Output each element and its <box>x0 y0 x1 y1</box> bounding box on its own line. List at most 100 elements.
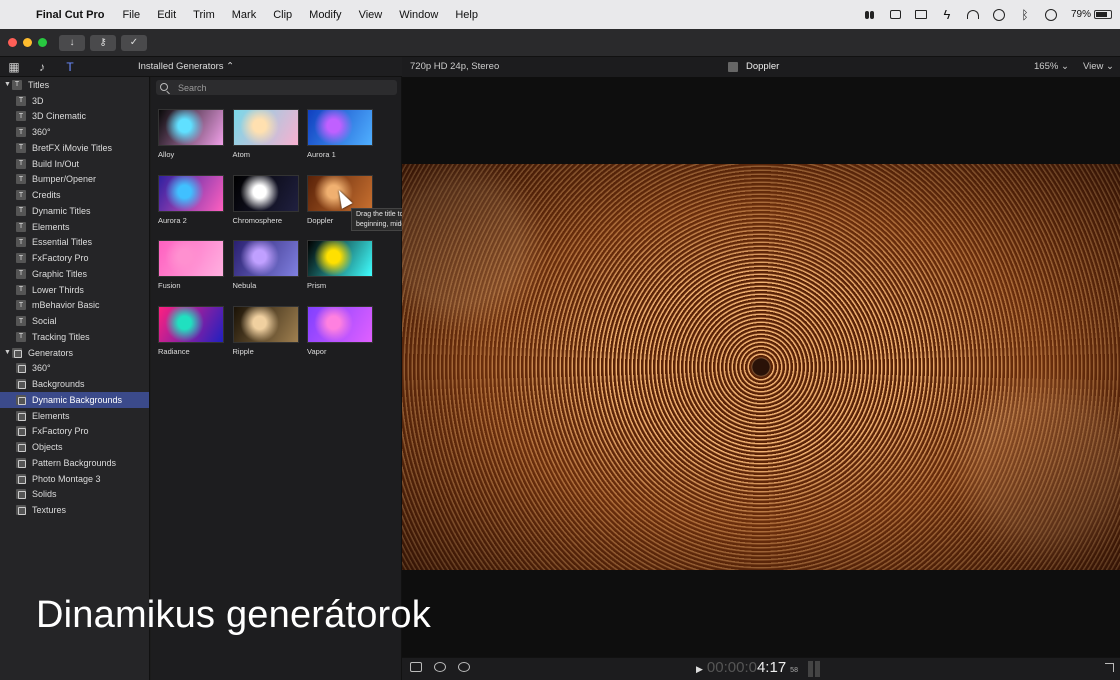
zoom-window-button[interactable] <box>38 38 47 47</box>
menu-app[interactable]: Final Cut Pro <box>36 9 104 21</box>
zoom-level: 165% <box>1034 61 1059 72</box>
speed-icon[interactable] <box>458 662 470 672</box>
installed-generators-menu[interactable]: Installed Generators ⌃ <box>138 61 234 72</box>
battery-icon <box>1094 10 1112 19</box>
menu-view[interactable]: View <box>359 9 383 21</box>
search-input[interactable] <box>156 80 397 95</box>
sidebar-item-label: Tracking Titles <box>32 331 90 342</box>
photos-audio-tab[interactable]: ♪ <box>28 57 56 77</box>
sidebar-item-label: Elements <box>32 410 70 421</box>
menu-trim[interactable]: Trim <box>193 9 215 21</box>
sidebar-item-3d-cinematic[interactable]: T 3D Cinematic <box>0 109 149 125</box>
binoculars-icon[interactable] <box>864 9 876 21</box>
transform-tool-icon[interactable] <box>434 662 446 672</box>
title-icon: T <box>16 142 26 153</box>
menu-modify[interactable]: Modify <box>309 9 341 21</box>
generator-alloy[interactable]: Alloy <box>158 109 224 159</box>
sidebar-item-3d[interactable]: T 3D <box>0 93 149 109</box>
libraries-tab[interactable]: ▦ <box>0 57 28 77</box>
sidebar-item-photo-montage-3[interactable]: Photo Montage 3 <box>0 471 149 487</box>
zoom-menu[interactable]: 165% ⌄ <box>1034 61 1069 72</box>
music-photo-icon: ♪ <box>39 59 45 74</box>
headphones-icon[interactable] <box>966 10 979 19</box>
generator-aurora-1[interactable]: Aurora 1 <box>307 109 373 159</box>
generator-atom[interactable]: Atom <box>232 109 299 159</box>
sidebar-group-titles[interactable]: ▼ T Titles <box>0 77 149 93</box>
display-icon[interactable] <box>914 10 927 19</box>
menu-window[interactable]: Window <box>399 9 438 21</box>
sidebar-item-bretfx-imovie-titles[interactable]: T BretFX iMovie Titles <box>0 140 149 156</box>
disclosure-triangle-icon[interactable]: ▼ <box>4 349 12 356</box>
generator-aurora-2[interactable]: Aurora 2 <box>158 174 224 225</box>
sidebar-item-pattern-backgrounds[interactable]: Pattern Backgrounds <box>0 455 149 471</box>
keywords-button[interactable]: ⚷ <box>90 34 116 51</box>
sidebar-item-objects[interactable]: Objects <box>0 439 149 455</box>
disclosure-triangle-icon[interactable]: ▼ <box>4 81 12 88</box>
sidebar-item-360-[interactable]: 360° <box>0 361 149 377</box>
menu-help[interactable]: Help <box>455 9 478 21</box>
sidebar-item-graphic-titles[interactable]: T Graphic Titles <box>0 266 149 282</box>
sidebar-item-social[interactable]: T Social <box>0 313 149 329</box>
fullscreen-icon[interactable] <box>1105 663 1114 672</box>
sidebar-item-fxfactory-pro[interactable]: FxFactory Pro <box>0 424 149 440</box>
import-button[interactable]: ↓ <box>59 34 85 51</box>
timecode-display[interactable]: ▶ 00:00:0 4:17 58 <box>696 659 798 676</box>
audio-meter[interactable] <box>808 661 822 677</box>
sidebar-item-essential-titles[interactable]: T Essential Titles <box>0 235 149 251</box>
sidebar-item-elements[interactable]: T Elements <box>0 219 149 235</box>
sidebar-item-dynamic-titles[interactable]: T Dynamic Titles <box>0 203 149 219</box>
menu-mark[interactable]: Mark <box>232 9 256 21</box>
sidebar-item-credits[interactable]: T Credits <box>0 187 149 203</box>
camera-icon[interactable] <box>410 662 422 672</box>
sidebar-item-tracking-titles[interactable]: T Tracking Titles <box>0 329 149 345</box>
menu-clip[interactable]: Clip <box>273 9 292 21</box>
generator-fusion[interactable]: Fusion <box>158 240 224 290</box>
windows-icon[interactable] <box>889 10 901 19</box>
sidebar-item-lower-thirds[interactable]: T Lower Thirds <box>0 282 149 298</box>
sidebar-group-generators[interactable]: ▼ Generators <box>0 345 149 361</box>
play-circle-icon[interactable] <box>992 8 1005 21</box>
sidebar-item-build-in-out[interactable]: T Build In/Out <box>0 156 149 172</box>
battery-status[interactable]: 79% <box>1071 9 1112 20</box>
generator-prism[interactable]: Prism <box>307 240 373 290</box>
generator-chromosphere[interactable]: Chromosphere <box>232 174 299 225</box>
viewer[interactable] <box>402 77 1120 657</box>
title-icon: T <box>16 237 26 248</box>
sidebar-item-dynamic-backgrounds[interactable]: Dynamic Backgrounds <box>0 392 149 408</box>
sidebar-item-textures[interactable]: Textures <box>0 502 149 518</box>
sidebar-item-label: Pattern Backgrounds <box>32 457 117 468</box>
generator-nebula[interactable]: Nebula <box>232 240 299 290</box>
generator-thumbnail <box>232 174 299 212</box>
view-menu[interactable]: View ⌄ <box>1083 61 1114 72</box>
generator-label: Prism <box>307 281 327 291</box>
sidebar-item-elements[interactable]: Elements <box>0 408 149 424</box>
sidebar-item-solids[interactable]: Solids <box>0 487 149 503</box>
bolt-icon[interactable]: ϟ <box>941 8 953 21</box>
battery-percent: 79% <box>1070 9 1091 20</box>
bluetooth-icon[interactable]: ᛒ <box>1019 9 1031 21</box>
time-machine-icon[interactable] <box>1044 8 1057 21</box>
title-icon: T <box>16 174 26 185</box>
sidebar-item-label: BretFX iMovie Titles <box>32 142 113 153</box>
play-icon[interactable]: ▶ <box>696 664 703 675</box>
background-tasks-button[interactable]: ✓ <box>121 34 147 51</box>
generator-vapor[interactable]: Vapor <box>307 306 373 356</box>
sidebar-item-360-[interactable]: T 360° <box>0 124 149 140</box>
viewer-header: 720p HD 24p, Stereo Doppler 165% ⌄ View … <box>402 57 1120 77</box>
close-window-button[interactable] <box>8 38 17 47</box>
sidebar-item-mbehavior-basic[interactable]: TmBehavior Basic <box>0 298 149 314</box>
titles-generators-tab[interactable]: T <box>56 57 84 77</box>
generator-icon <box>16 363 26 374</box>
generator-ripple[interactable]: Ripple <box>232 306 299 356</box>
menu-edit[interactable]: Edit <box>157 9 176 21</box>
sidebar-item-label: Photo Montage 3 <box>32 473 101 484</box>
minimize-window-button[interactable] <box>23 38 32 47</box>
sidebar-item-label: 360° <box>32 127 51 138</box>
sidebar-item-fxfactory-pro[interactable]: T FxFactory Pro <box>0 250 149 266</box>
menu-file[interactable]: File <box>122 9 140 21</box>
doppler-preview-frame <box>402 164 1120 570</box>
title-icon: T <box>12 79 22 90</box>
sidebar-item-bumper-opener[interactable]: T Bumper/Opener <box>0 172 149 188</box>
generator-radiance[interactable]: Radiance <box>158 306 224 356</box>
sidebar-item-backgrounds[interactable]: Backgrounds <box>0 376 149 392</box>
